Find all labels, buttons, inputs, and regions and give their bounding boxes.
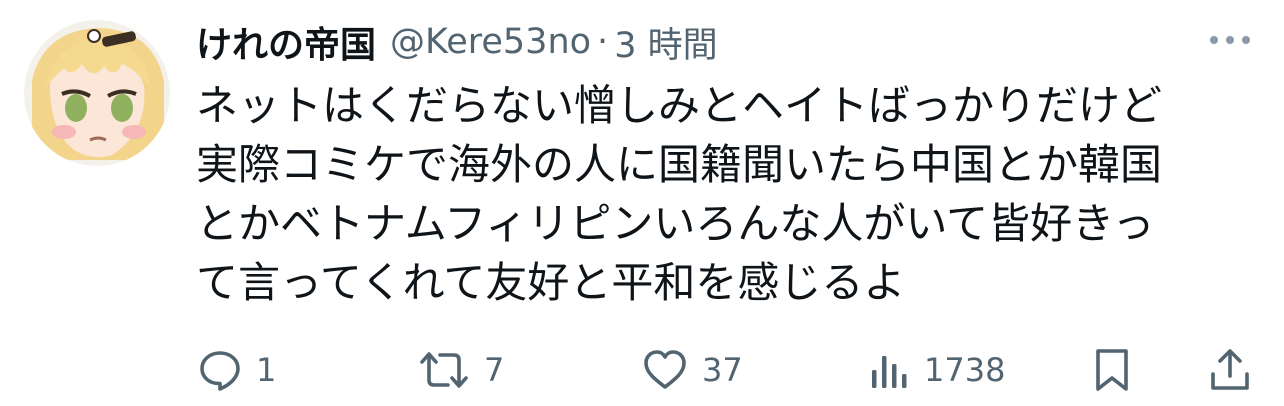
tweet-header: けれの帝国 @Kere53no · 3 時間 <box>196 14 718 70</box>
like-button[interactable]: 37 <box>640 342 743 398</box>
reply-count: 1 <box>256 351 277 389</box>
anime-avatar-icon <box>24 20 170 166</box>
avatar[interactable] <box>24 20 170 166</box>
share-button[interactable] <box>1206 342 1254 398</box>
tweet-text-line: て言ってくれて友好と平和を感じるよ <box>196 258 906 307</box>
bookmark-button[interactable] <box>1092 342 1132 398</box>
retweet-icon <box>420 352 468 388</box>
separator-dot: · <box>597 22 609 62</box>
reply-button[interactable]: 1 <box>196 342 276 398</box>
tweet-text: ネットはくだらない憎しみとヘイトばっかりだけど 実際コミケで海外の人に国籍聞いた… <box>196 76 1256 312</box>
views-icon <box>872 356 907 388</box>
views-count: 1738 <box>924 351 1006 389</box>
retweet-button[interactable]: 7 <box>416 342 504 398</box>
views-button[interactable]: 1738 <box>868 342 1005 398</box>
tweet-text-line: とかベトナムフィリピンいろんな人がいて皆好きっ <box>196 199 1155 248</box>
display-name[interactable]: けれの帝国 <box>196 16 376 68</box>
tweet-text-line: ネットはくだらない憎しみとヘイトばっかりだけど <box>196 81 1163 130</box>
tweet-text-line: 実際コミケで海外の人に国籍聞いたら中国とか韓国 <box>196 140 1163 189</box>
timestamp[interactable]: 3 時間 <box>614 17 717 68</box>
more-dots-icon <box>1210 36 1250 44</box>
more-button[interactable] <box>1206 30 1254 50</box>
user-handle[interactable]: @Kere53no <box>390 22 591 62</box>
action-bar: 1 7 37 1738 <box>0 342 1284 398</box>
bookmark-icon <box>1096 349 1128 391</box>
retweet-count: 7 <box>484 351 505 389</box>
like-count: 37 <box>702 351 743 389</box>
heart-icon <box>644 350 686 389</box>
share-icon <box>1211 349 1249 390</box>
reply-icon <box>200 351 240 391</box>
